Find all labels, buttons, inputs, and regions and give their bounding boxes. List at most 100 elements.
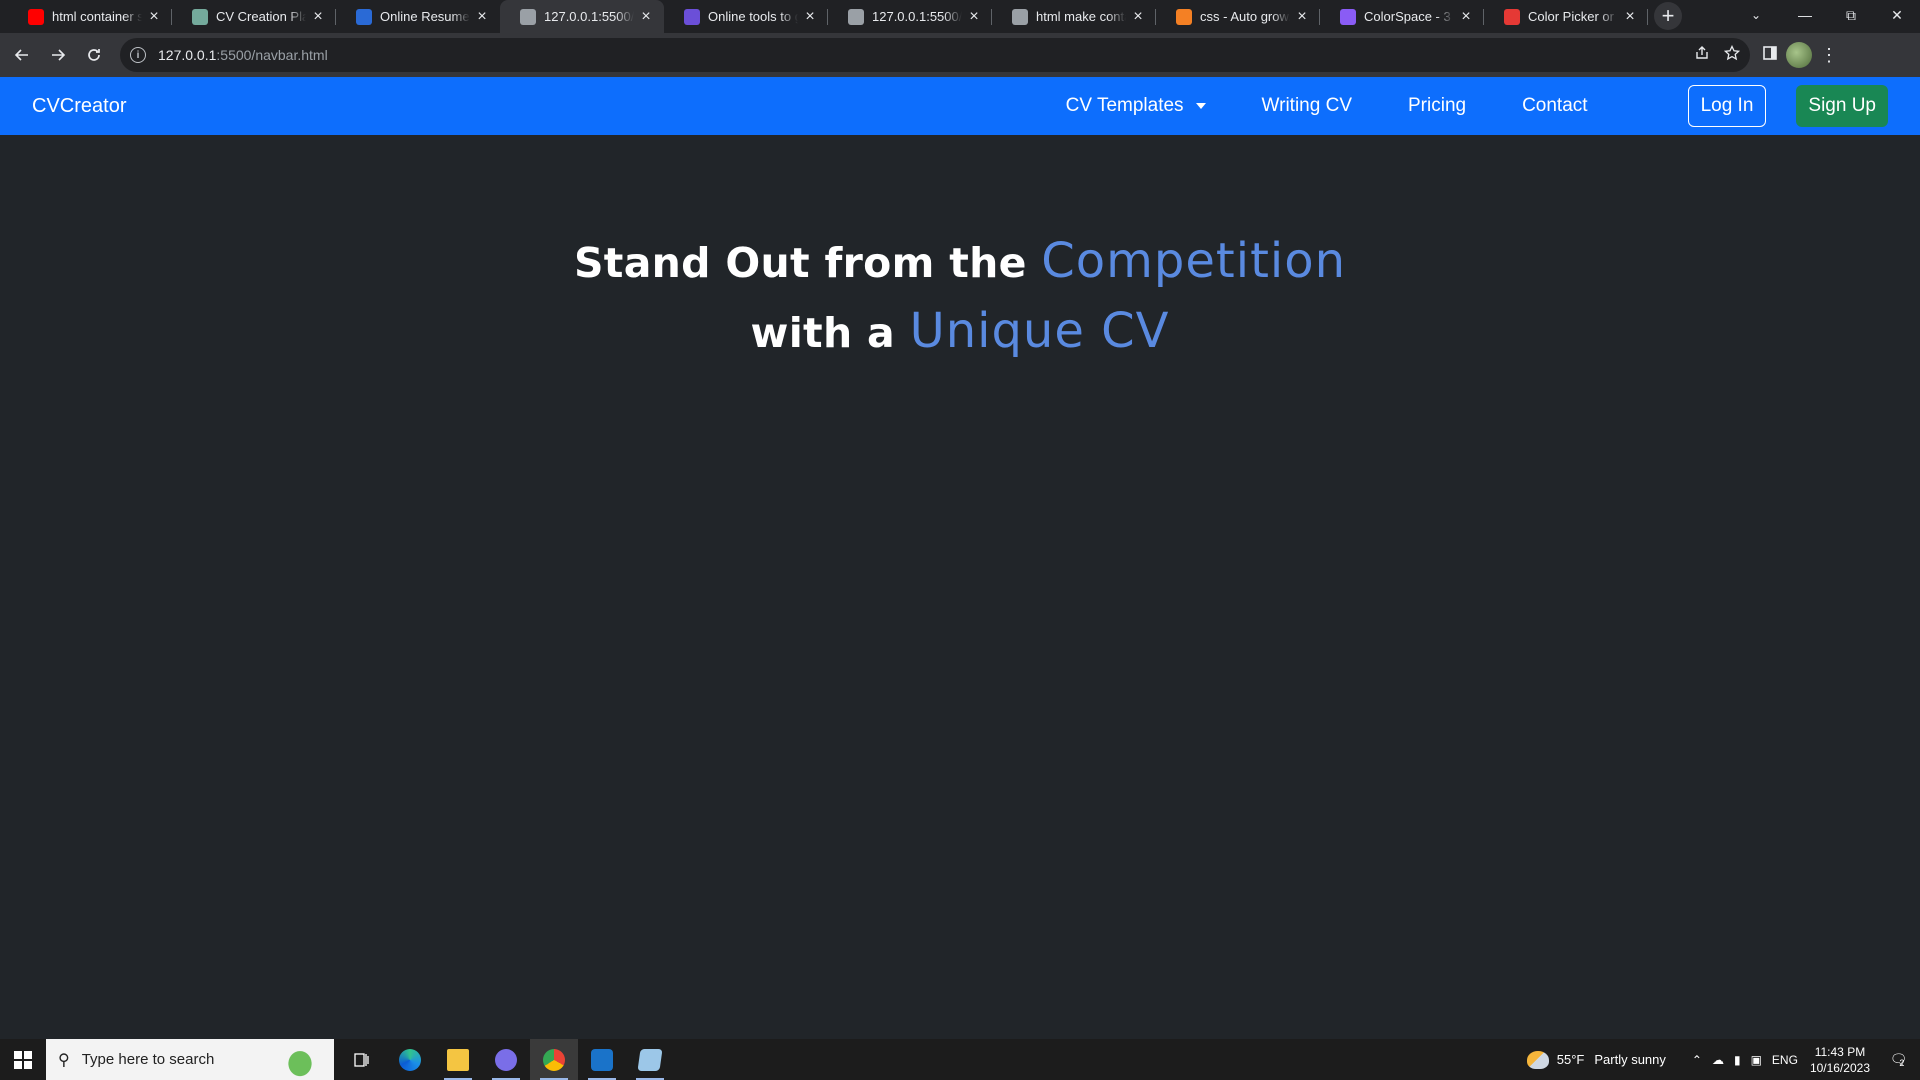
browser-tab[interactable]: CV Creation Platfo × [172,0,336,33]
tab-close-icon[interactable]: × [1458,8,1474,25]
hero-line1: Stand Out from the Competition [573,233,1346,289]
tab-title: CV Creation Platfo [216,9,306,24]
tab-list: html container sh×CV Creation Platfo×Onl… [0,0,1648,33]
tab-title: css - Auto grow/sl [1200,9,1290,24]
new-tab-button[interactable]: + [1654,2,1682,30]
nav-cv-templates-dropdown[interactable]: CV Templates [1066,95,1206,117]
browser-tab[interactable]: css - Auto grow/sl × [1156,0,1320,33]
taskbar-search-box[interactable]: ⚲ Type here to search [46,1039,334,1080]
onedrive-cloud-icon[interactable]: ☁ [1712,1053,1724,1067]
nav-links: CV Templates Writing CV Pricing Contact … [1066,85,1888,127]
browser-tab[interactable]: ColorSpace - 3 Co × [1320,0,1484,33]
browser-tab[interactable]: Online tools to ge × [664,0,828,33]
tab-close-icon[interactable]: × [802,8,818,25]
search-highlight-icon [280,1042,320,1078]
color-picker-icon [1504,8,1520,25]
discord-app-icon[interactable] [482,1039,530,1080]
site-navbar: CVCreator CV Templates Writing CV Pricin… [0,77,1920,135]
stackoverflow-icon [1176,8,1192,25]
windows-start-button[interactable] [0,1039,46,1080]
browser-tab[interactable]: html make contair × [992,0,1156,33]
chatgpt-icon [192,8,208,25]
vscode-app-icon[interactable] [578,1039,626,1080]
tab-close-icon[interactable]: × [146,8,162,25]
url-host: 127.0.0.1 [158,47,217,63]
tab-title: 127.0.0.1:5500/na [544,9,634,24]
browser-tab-strip: html container sh×CV Creation Platfo×Onl… [0,0,1920,33]
site-info-icon[interactable]: i [130,47,146,63]
tab-close-icon[interactable]: × [1622,8,1638,25]
partly-sunny-icon [1526,1050,1549,1069]
url-path: :5500/navbar.html [216,47,328,63]
file-explorer-app-icon[interactable] [434,1039,482,1080]
tab-close-icon[interactable]: × [966,8,982,25]
brand-logo[interactable]: CVCreator [32,95,126,118]
tab-title: html container sh [52,9,142,24]
browser-menu-icon[interactable]: ⋮ [1820,45,1838,66]
browser-toolbar: i 127.0.0.1:5500/navbar.html ⋮ [0,33,1920,77]
tools-site-icon [684,8,700,25]
hero-section: Stand Out from the Competition with a Un… [0,227,1920,367]
edge-app-icon[interactable] [386,1039,434,1080]
tab-separator [1647,9,1648,25]
tab-title: html make contair [1036,9,1126,24]
share-icon[interactable] [1694,45,1710,66]
weather-widget[interactable]: 55°F Partly sunny [1526,1050,1666,1069]
forward-icon[interactable] [42,39,74,71]
chrome-app-icon[interactable] [530,1039,578,1080]
tab-title: ColorSpace - 3 Co [1364,9,1454,24]
hero-line1-text: Stand Out from the [573,239,1042,287]
address-url[interactable]: 127.0.0.1:5500/navbar.html [158,47,328,63]
notepad-app-icon[interactable] [626,1039,674,1080]
tab-close-icon[interactable]: × [1294,8,1310,25]
address-bar[interactable]: i 127.0.0.1:5500/navbar.html [120,38,1750,72]
hero-heading: Stand Out from the Competition with a Un… [0,227,1920,367]
minimize-icon[interactable]: — [1782,0,1828,30]
tab-title: 127.0.0.1:5500/na [872,9,962,24]
nav-writing-cv[interactable]: Writing CV [1262,95,1352,117]
tab-title: Color Picker or [1528,9,1614,24]
browser-tab[interactable]: 127.0.0.1:5500/na × [828,0,992,33]
reload-icon[interactable] [78,39,110,71]
restore-icon[interactable]: ⧉ [1828,0,1874,30]
tab-close-icon[interactable]: × [310,8,326,25]
show-hidden-icons-icon[interactable]: ⌃ [1692,1053,1702,1067]
nav-contact[interactable]: Contact [1522,95,1587,117]
task-view-icon[interactable] [338,1039,386,1080]
profile-avatar[interactable] [1786,42,1812,68]
notification-count: 2 [1899,1057,1905,1068]
browser-tab[interactable]: html container sh × [8,0,172,33]
taskbar-clock[interactable]: 11:43 PM 10/16/2023 [1810,1044,1870,1076]
browser-tab[interactable]: 127.0.0.1:5500/na × [500,0,664,33]
weather-temp: 55°F [1556,1052,1585,1067]
weather-desc: Partly sunny [1594,1052,1666,1067]
back-icon[interactable] [6,39,38,71]
close-window-icon[interactable]: ✕ [1874,0,1920,30]
battery-icon[interactable]: ▮ [1734,1053,1741,1067]
tray-icons: ⌃ ☁ ▮ ▣ ENG [1692,1053,1798,1067]
clock-time: 11:43 PM [1814,1044,1866,1059]
search-icon: ⚲ [58,1051,70,1069]
bookmark-star-icon[interactable] [1723,44,1741,66]
browser-tab[interactable]: Online Resume bu × [336,0,500,33]
signup-button[interactable]: Sign Up [1796,85,1888,127]
side-panel-icon[interactable] [1762,45,1778,66]
caret-down-icon [1195,103,1206,109]
login-button[interactable]: Log In [1687,85,1767,127]
globe-icon [1012,8,1028,25]
tab-close-icon[interactable]: × [638,8,654,25]
windows-taskbar: ⚲ Type here to search 55°F Partly sunny … [0,1039,1920,1080]
tab-close-icon[interactable]: × [1130,8,1146,25]
notification-center-icon[interactable]: 🗨 2 [1882,1048,1912,1072]
nav-pricing[interactable]: Pricing [1408,95,1466,117]
network-icon[interactable]: ▣ [1751,1053,1762,1067]
tab-close-icon[interactable]: × [474,8,490,25]
youtube-icon [28,8,44,25]
tab-title: Online tools to ge [708,9,798,24]
taskbar-search-placeholder: Type here to search [81,1051,215,1068]
window-controls: — ⧉ ✕ [1782,0,1920,30]
language-indicator[interactable]: ENG [1772,1053,1798,1067]
browser-tab[interactable]: Color Picker or × [1484,0,1648,33]
tab-search-icon[interactable]: ⌄ [1738,0,1774,30]
system-tray: 55°F Partly sunny ⌃ ☁ ▮ ▣ ENG 11:43 PM 1… [1526,1039,1920,1080]
